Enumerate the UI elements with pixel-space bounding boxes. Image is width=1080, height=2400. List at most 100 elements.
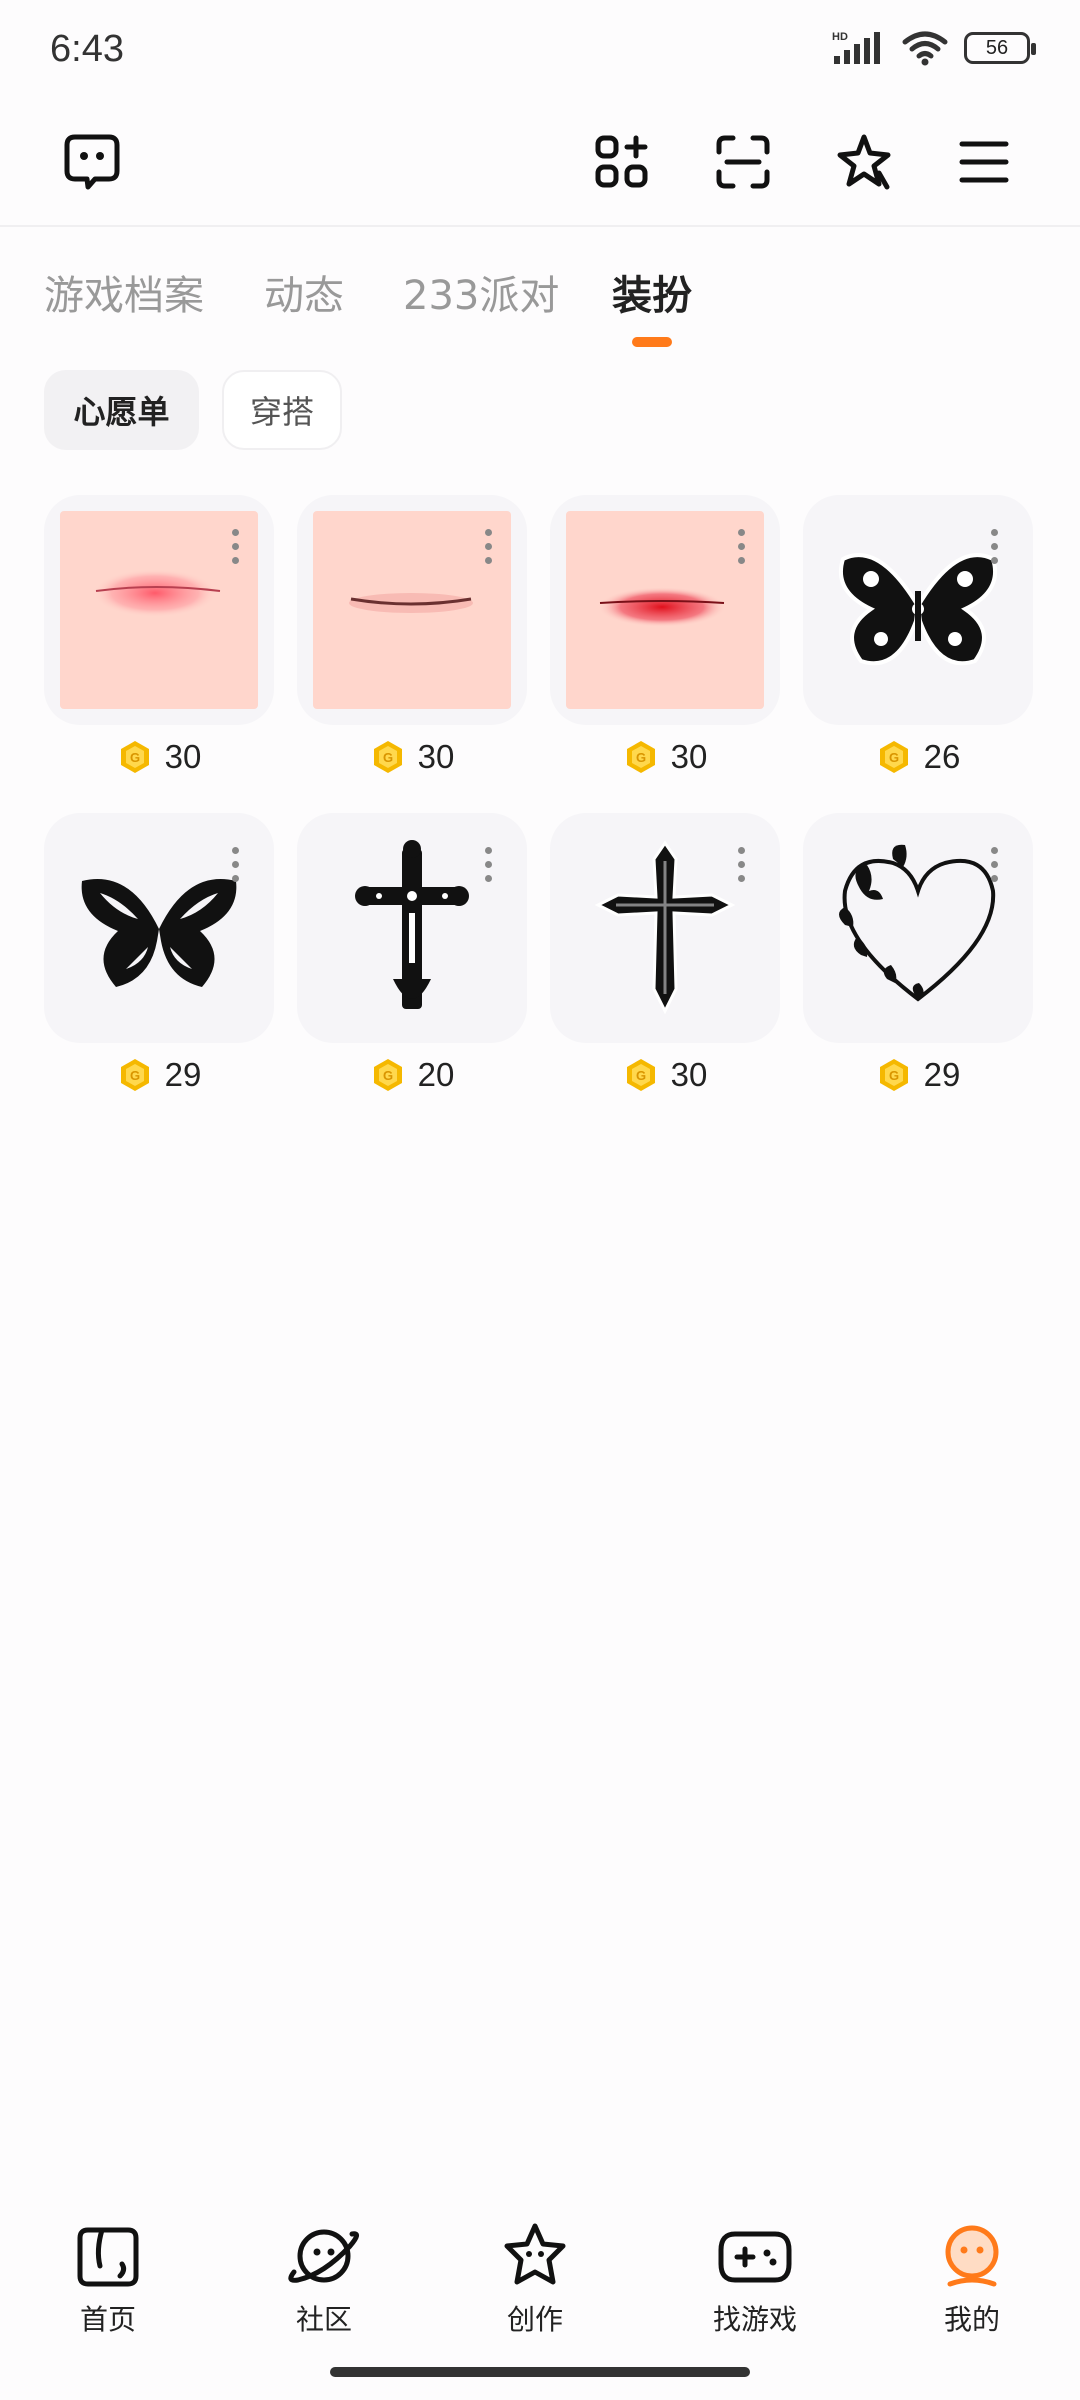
more-options-icon[interactable] bbox=[232, 529, 240, 564]
wifi-icon bbox=[902, 31, 948, 66]
item-thumbnail[interactable] bbox=[44, 813, 274, 1043]
more-options-icon[interactable] bbox=[738, 847, 746, 882]
list-item[interactable]: G 29 bbox=[44, 813, 274, 1113]
item-price: G 30 bbox=[550, 1056, 780, 1094]
nav-item-find-games[interactable]: 找游戏 bbox=[675, 2220, 835, 2338]
coin-icon: G bbox=[120, 1059, 149, 1091]
network-label: HD bbox=[832, 31, 848, 43]
item-price: G 26 bbox=[803, 738, 1033, 776]
coin-icon: G bbox=[626, 741, 655, 773]
svg-text:G: G bbox=[383, 1068, 393, 1083]
svg-text:G: G bbox=[130, 750, 140, 765]
tab-game-archive[interactable]: 游戏档案 bbox=[44, 263, 204, 321]
item-thumbnail[interactable] bbox=[44, 495, 274, 725]
more-options-icon[interactable] bbox=[991, 529, 999, 564]
home-indicator[interactable] bbox=[330, 2367, 750, 2377]
item-thumbnail[interactable] bbox=[803, 813, 1033, 1043]
tab-233-party[interactable]: 233派对 bbox=[403, 263, 559, 321]
svg-text:G: G bbox=[383, 750, 393, 765]
active-tab-indicator bbox=[632, 337, 672, 347]
svg-text:G: G bbox=[636, 1068, 646, 1083]
coin-icon: G bbox=[879, 1059, 908, 1091]
thin-lips-image bbox=[313, 511, 511, 709]
svg-text:G: G bbox=[889, 750, 899, 765]
coin-icon: G bbox=[626, 1059, 655, 1091]
star-sparkle-icon[interactable] bbox=[824, 122, 904, 202]
coin-icon: G bbox=[373, 741, 402, 773]
more-options-icon[interactable] bbox=[485, 847, 493, 882]
gamepad-icon bbox=[718, 2231, 792, 2283]
list-item[interactable]: G 26 bbox=[803, 495, 1033, 795]
more-options-icon[interactable] bbox=[485, 529, 493, 564]
red-lips-image bbox=[566, 511, 764, 709]
price-value: 26 bbox=[923, 738, 961, 775]
item-thumbnail[interactable] bbox=[550, 495, 780, 725]
battery-level: 56 bbox=[985, 36, 1009, 59]
nav-label-create: 创作 bbox=[506, 2303, 563, 2336]
svg-text:G: G bbox=[889, 1068, 899, 1083]
item-price: G 30 bbox=[44, 738, 274, 776]
coin-icon: G bbox=[373, 1059, 402, 1091]
svg-text:G: G bbox=[130, 1068, 140, 1083]
ornate-butterfly-image bbox=[819, 511, 1017, 709]
nav-item-create[interactable]: 创作 bbox=[455, 2220, 615, 2338]
nav-item-community[interactable]: 社区 bbox=[244, 2220, 404, 2338]
item-price: G 29 bbox=[803, 1056, 1033, 1094]
chat-icon[interactable] bbox=[52, 122, 132, 202]
planet-icon bbox=[288, 2229, 359, 2283]
signal-icon: HD bbox=[832, 31, 880, 64]
price-value: 30 bbox=[670, 1056, 708, 1093]
scan-icon[interactable] bbox=[703, 122, 783, 202]
price-value: 29 bbox=[923, 1056, 961, 1093]
nav-label-find-games: 找游戏 bbox=[712, 2303, 797, 2336]
list-item[interactable]: G 30 bbox=[297, 495, 527, 795]
gothic-cross-image bbox=[566, 829, 764, 1027]
add-widget-icon[interactable] bbox=[582, 122, 662, 202]
star-face-icon bbox=[504, 2223, 566, 2285]
menu-icon[interactable] bbox=[944, 122, 1024, 202]
item-price: G 30 bbox=[550, 738, 780, 776]
chip-outfit[interactable]: 穿搭 bbox=[222, 370, 342, 450]
list-item[interactable]: G 30 bbox=[550, 495, 780, 795]
price-value: 30 bbox=[417, 738, 455, 775]
nav-item-home[interactable]: 首页 bbox=[28, 2220, 188, 2338]
tab-dress-up[interactable]: 装扮 bbox=[612, 263, 692, 321]
item-price: G 29 bbox=[44, 1056, 274, 1094]
top-bar bbox=[0, 100, 1080, 227]
nav-label-home: 首页 bbox=[79, 2303, 136, 2336]
item-thumbnail[interactable] bbox=[550, 813, 780, 1043]
item-thumbnail[interactable] bbox=[297, 495, 527, 725]
more-options-icon[interactable] bbox=[232, 847, 240, 882]
item-price: G 20 bbox=[297, 1056, 527, 1094]
list-item[interactable]: G 29 bbox=[803, 813, 1033, 1113]
tab-moments[interactable]: 动态 bbox=[264, 263, 344, 321]
profile-tabs: 游戏档案 动态 233派对 装扮 bbox=[0, 225, 1080, 355]
battery-indicator: 56 bbox=[964, 32, 1036, 64]
list-item[interactable]: G 20 bbox=[297, 813, 527, 1113]
price-value: 20 bbox=[417, 1056, 455, 1093]
item-price: G 30 bbox=[297, 738, 527, 776]
price-value: 30 bbox=[670, 738, 708, 775]
status-icons: HD 56 bbox=[832, 30, 1036, 66]
home-icon bbox=[77, 2227, 139, 2287]
more-options-icon[interactable] bbox=[991, 847, 999, 882]
list-item[interactable]: G 30 bbox=[550, 813, 780, 1113]
nav-item-me[interactable]: 我的 bbox=[892, 2220, 1052, 2338]
profile-icon bbox=[945, 2225, 999, 2287]
svg-text:G: G bbox=[636, 750, 646, 765]
price-value: 30 bbox=[164, 738, 202, 775]
nav-label-me: 我的 bbox=[943, 2303, 1000, 2336]
pink-lips-image bbox=[60, 511, 258, 709]
coin-icon: G bbox=[120, 741, 149, 773]
status-time: 6:43 bbox=[50, 28, 124, 70]
item-thumbnail[interactable] bbox=[803, 495, 1033, 725]
more-options-icon[interactable] bbox=[738, 529, 746, 564]
list-item[interactable]: G 30 bbox=[44, 495, 274, 795]
coin-icon: G bbox=[879, 741, 908, 773]
ornate-cross-image bbox=[313, 829, 511, 1027]
price-value: 29 bbox=[164, 1056, 202, 1093]
nav-label-community: 社区 bbox=[295, 2303, 352, 2336]
item-thumbnail[interactable] bbox=[297, 813, 527, 1043]
butterfly-heart-image bbox=[819, 829, 1017, 1027]
chip-wishlist[interactable]: 心愿单 bbox=[44, 370, 199, 450]
